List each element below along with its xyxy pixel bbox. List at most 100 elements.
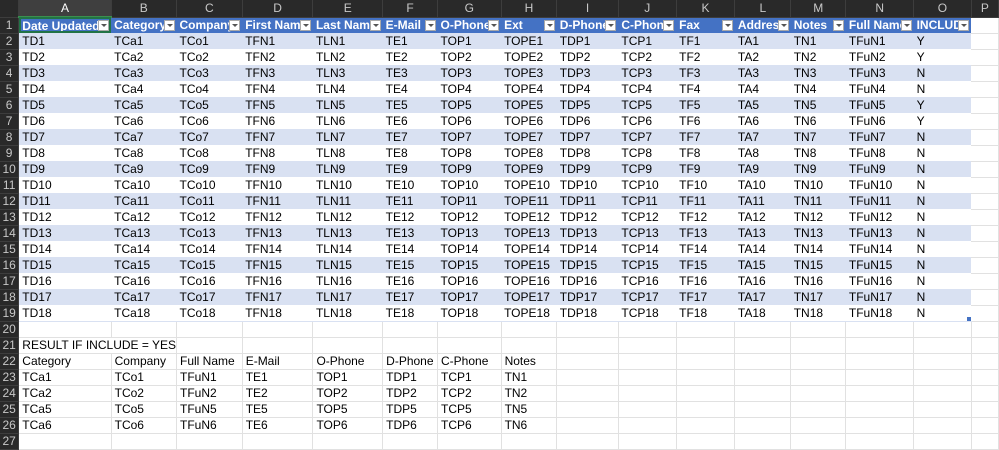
cell[interactable] xyxy=(242,337,314,354)
table-cell[interactable]: TN15 xyxy=(790,257,846,274)
table-cell[interactable]: TDP2 xyxy=(556,49,619,66)
table-cell[interactable]: TLN7 xyxy=(312,129,383,146)
table-cell[interactable]: TCo8 xyxy=(176,145,243,162)
cell[interactable] xyxy=(618,321,677,338)
table-cell[interactable]: TE2 xyxy=(382,49,438,66)
table-cell[interactable]: TOPE12 xyxy=(501,209,557,226)
table-cell[interactable]: TCa13 xyxy=(111,225,177,242)
cell[interactable] xyxy=(676,353,736,370)
table-cell[interactable]: TDP4 xyxy=(556,81,619,98)
column-header-A[interactable]: A xyxy=(18,0,112,18)
table-cell[interactable]: TFN4 xyxy=(242,81,313,98)
cell[interactable] xyxy=(18,321,112,338)
result-cell[interactable]: TDP2 xyxy=(382,385,439,402)
table-cell[interactable]: TA7 xyxy=(734,129,791,146)
result-cell[interactable]: TE2 xyxy=(242,385,314,402)
cell[interactable] xyxy=(845,417,915,434)
cell[interactable] xyxy=(913,385,972,402)
table-cell[interactable]: TF4 xyxy=(676,81,735,98)
row-header-2[interactable]: 2 xyxy=(0,33,20,50)
column-header-E[interactable]: E xyxy=(312,0,384,18)
table-cell[interactable]: TCa14 xyxy=(111,241,177,258)
table-cell[interactable]: TOPE4 xyxy=(501,81,557,98)
result-cell[interactable]: TFuN5 xyxy=(176,401,243,418)
cell[interactable] xyxy=(312,433,384,450)
table-cell[interactable]: TOP16 xyxy=(437,273,502,290)
table-cell[interactable]: TCa4 xyxy=(111,81,177,98)
result-cell[interactable]: TDP5 xyxy=(382,401,439,418)
table-cell[interactable]: TFuN12 xyxy=(845,209,914,226)
table-header-cell[interactable]: O-Phone xyxy=(437,17,502,33)
table-cell[interactable]: TF14 xyxy=(676,241,735,258)
table-cell[interactable]: TA1 xyxy=(734,33,791,50)
cell[interactable] xyxy=(312,321,384,338)
column-header-H[interactable]: H xyxy=(501,0,558,18)
table-cell[interactable]: TCo11 xyxy=(176,193,243,210)
cell[interactable] xyxy=(790,417,847,434)
table-cell[interactable]: N xyxy=(913,81,972,98)
table-cell[interactable]: TA10 xyxy=(734,177,791,194)
cell[interactable] xyxy=(971,81,999,98)
row-header-17[interactable]: 17 xyxy=(0,273,20,290)
cell[interactable] xyxy=(556,369,619,386)
table-cell[interactable]: TD8 xyxy=(18,145,112,162)
table-cell[interactable]: TCo4 xyxy=(176,81,243,98)
table-header-cell[interactable]: Company xyxy=(176,17,243,33)
cell[interactable] xyxy=(242,321,314,338)
table-cell[interactable]: N xyxy=(913,241,972,258)
table-cell[interactable]: TLN14 xyxy=(312,241,383,258)
table-cell[interactable]: TOP15 xyxy=(437,257,502,274)
table-cell[interactable]: Y xyxy=(913,49,972,66)
cell[interactable] xyxy=(734,321,792,338)
table-cell[interactable]: TLN12 xyxy=(312,209,383,226)
table-cell[interactable]: TE12 xyxy=(382,209,438,226)
row-header-27[interactable]: 27 xyxy=(0,433,20,450)
table-cell[interactable]: TF17 xyxy=(676,289,735,306)
table-cell[interactable]: TN2 xyxy=(790,49,846,66)
result-cell[interactable]: TOP6 xyxy=(312,417,384,434)
cell[interactable] xyxy=(176,433,243,450)
table-cell[interactable]: TLN17 xyxy=(312,289,383,306)
table-cell[interactable]: TDP11 xyxy=(556,193,619,210)
table-cell[interactable]: TA16 xyxy=(734,273,791,290)
table-cell[interactable]: TDP12 xyxy=(556,209,619,226)
result-cell[interactable]: TOP5 xyxy=(312,401,384,418)
table-cell[interactable]: TCo6 xyxy=(176,113,243,130)
table-cell[interactable]: TOP10 xyxy=(437,177,502,194)
table-cell[interactable]: TLN9 xyxy=(312,161,383,178)
result-cell[interactable]: TCa2 xyxy=(18,385,112,402)
table-cell[interactable]: TFuN16 xyxy=(845,273,914,290)
row-header-20[interactable]: 20 xyxy=(0,321,20,338)
table-cell[interactable]: TFuN4 xyxy=(845,81,914,98)
table-cell[interactable]: TDP10 xyxy=(556,177,619,194)
result-cell[interactable]: TFuN1 xyxy=(176,369,243,386)
table-cell[interactable]: TCP1 xyxy=(618,33,677,50)
table-cell[interactable]: TOPE5 xyxy=(501,97,557,114)
table-cell[interactable]: TCa12 xyxy=(111,209,177,226)
cell[interactable] xyxy=(971,337,999,354)
cell[interactable] xyxy=(790,369,847,386)
table-cell[interactable]: TFuN9 xyxy=(845,161,914,178)
table-cell[interactable]: TFuN1 xyxy=(845,33,914,50)
table-cell[interactable]: TF1 xyxy=(676,33,735,50)
table-cell[interactable]: TCP4 xyxy=(618,81,677,98)
table-cell[interactable]: TD10 xyxy=(18,177,112,194)
cell[interactable] xyxy=(734,369,792,386)
table-cell[interactable]: TCo2 xyxy=(176,49,243,66)
result-header-cell[interactable]: Notes xyxy=(501,353,558,370)
filter-dropdown-icon[interactable] xyxy=(605,19,617,31)
table-cell[interactable]: TD18 xyxy=(18,305,112,322)
cell[interactable] xyxy=(556,401,619,418)
cell[interactable] xyxy=(618,337,677,354)
filter-dropdown-icon[interactable] xyxy=(958,19,970,31)
table-cell[interactable]: TOP7 xyxy=(437,129,502,146)
table-header-cell[interactable]: Notes xyxy=(790,17,846,33)
table-cell[interactable]: TD3 xyxy=(18,65,112,82)
cell[interactable] xyxy=(618,401,677,418)
cell[interactable] xyxy=(556,337,619,354)
table-cell[interactable]: TDP13 xyxy=(556,225,619,242)
result-cell[interactable]: TCP5 xyxy=(437,401,502,418)
table-cell[interactable]: TCo7 xyxy=(176,129,243,146)
column-header-J[interactable]: J xyxy=(618,0,677,18)
table-cell[interactable]: TCP12 xyxy=(618,209,677,226)
